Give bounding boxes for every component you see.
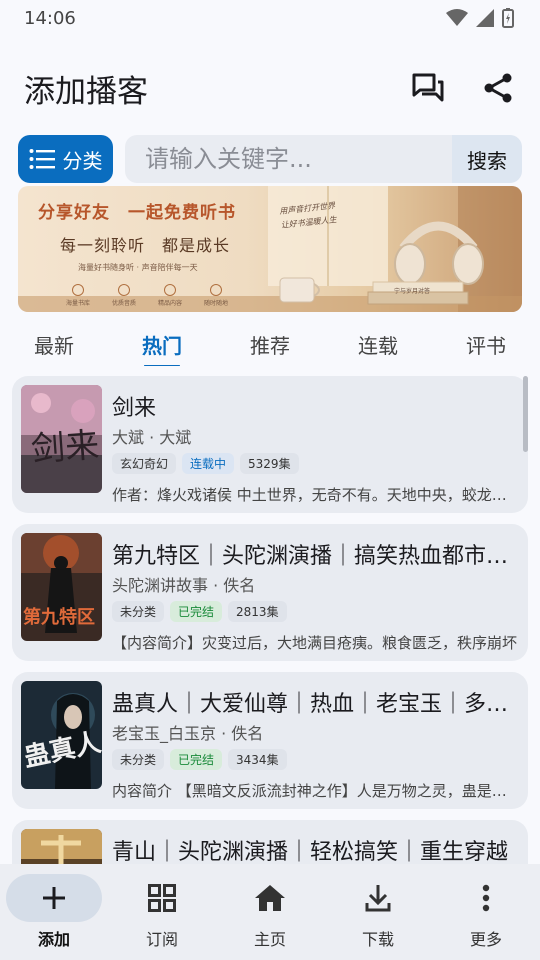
status-badge: 连载中 — [182, 453, 235, 474]
podcast-title: 剑来 — [112, 396, 157, 421]
tab-recommended[interactable]: 推荐 — [216, 322, 324, 366]
svg-text:剑来: 剑来 — [30, 425, 101, 470]
podcast-tags: 未分类 已完结 2813集 — [112, 601, 287, 622]
podcast-card[interactable]: 青山｜头陀渊演播｜轻松搞笑｜重生穿越 — [12, 820, 528, 864]
tab-storytelling[interactable]: 评书 — [432, 322, 540, 366]
grid-icon — [148, 884, 176, 912]
episode-count-badge: 2813集 — [228, 601, 287, 622]
nav-subscriptions[interactable]: 订阅 — [108, 864, 216, 960]
genre-badge: 未分类 — [112, 749, 165, 770]
banner-book-text: 宁与岁月对答 — [394, 288, 431, 295]
share-button[interactable] — [480, 70, 516, 106]
podcast-author: 头陀渊讲故事 · 佚名 — [112, 576, 256, 595]
podcast-card[interactable]: 蛊真人 蛊真人｜大爱仙尊｜热血｜老宝玉｜多人有声剧 老宝玉_白玉京 · 佚名 未… — [12, 672, 528, 809]
headphones-icon — [118, 284, 131, 296]
list-icon — [29, 149, 55, 169]
cover-image: 剑来 — [21, 385, 102, 493]
nav-label: 添加 — [37, 930, 70, 949]
podcast-author: 老宝玉_白玉京 · 佚名 — [112, 724, 264, 743]
podcast-description: 作者：烽火戏诸侯 中土世界，无奇不有。天地中央，蛟龙出没 — [112, 486, 520, 504]
status-time: 14:06 — [24, 7, 76, 29]
nav-downloads[interactable]: 下载 — [324, 864, 432, 960]
banner-feature: 精品内容 — [158, 284, 182, 307]
bottom-nav: 添加 订阅 主页 下载 更多 — [0, 864, 540, 960]
banner-feature: 随时随地 — [204, 284, 228, 307]
wifi-icon — [446, 9, 468, 26]
search-row: 分类 搜索 — [18, 135, 522, 183]
episode-count-badge: 3434集 — [228, 749, 287, 770]
status-bar: 14:06 — [0, 0, 540, 36]
app-bar: 添加播客 — [0, 56, 540, 120]
download-icon — [365, 885, 391, 912]
podcast-title: 青山｜头陀渊演播｜轻松搞笑｜重生穿越 — [112, 840, 509, 864]
podcast-author: 大斌 · 大斌 — [112, 428, 192, 447]
podcast-title: 第九特区｜头陀渊演播｜搞笑热血都市异能 — [112, 544, 517, 569]
podcast-tags: 玄幻奇幻 连载中 5329集 — [112, 453, 299, 474]
podcast-description: 内容简介 【黑暗文反派流封神之作】人是万物之灵，蛊是天地 — [112, 782, 520, 800]
promo-banner[interactable]: 分享好友 一起免费听书 每一刻聆听 都是成长 海量好书随身听 · 声音陪伴每一天… — [18, 186, 522, 312]
book-icon — [72, 284, 84, 296]
star-icon — [164, 284, 177, 296]
genre-badge: 玄幻奇幻 — [112, 453, 177, 474]
tab-latest[interactable]: 最新 — [0, 322, 108, 366]
status-badge: 已完结 — [170, 749, 223, 770]
banner-feature: 海量书库 — [66, 284, 90, 307]
cell-signal-icon — [476, 9, 494, 27]
banner-small-text: 海量好书随身听 · 声音陪伴每一天 — [78, 263, 198, 272]
nav-more[interactable]: 更多 — [432, 864, 540, 960]
category-button[interactable]: 分类 — [18, 135, 113, 183]
battery-icon — [502, 8, 514, 28]
episode-count-badge: 5329集 — [240, 453, 299, 474]
banner-feature: 优质音质 — [112, 284, 136, 307]
share-icon — [484, 73, 512, 103]
podcast-card[interactable]: 剑来 剑来 大斌 · 大斌 玄幻奇幻 连载中 5329集 作者：烽火戏诸侯 中土… — [12, 376, 528, 513]
nav-label: 订阅 — [145, 930, 178, 949]
status-badge: 已完结 — [170, 601, 223, 622]
svg-text:第九特区: 第九特区 — [23, 606, 95, 628]
cover-image: 蛊真人 — [21, 681, 102, 789]
forum-icon — [412, 73, 444, 102]
podcast-tags: 未分类 已完结 3434集 — [112, 749, 287, 770]
plus-icon — [43, 887, 65, 909]
feedback-button[interactable] — [410, 70, 446, 106]
nav-label: 下载 — [361, 930, 394, 949]
tab-hot[interactable]: 热门 — [108, 322, 216, 366]
status-icons — [446, 8, 514, 28]
clock-icon — [210, 284, 223, 296]
scrollbar[interactable] — [523, 376, 528, 452]
cover-image — [21, 829, 102, 864]
nav-add[interactable]: 添加 — [0, 864, 108, 960]
category-label: 分类 — [62, 148, 103, 173]
more-vert-icon — [482, 884, 490, 912]
search-box: 搜索 — [125, 135, 522, 183]
category-tabs: 最新 热门 推荐 连载 评书 — [0, 322, 540, 366]
cover-image: 第九特区 — [21, 533, 102, 641]
page-title: 添加播客 — [24, 73, 148, 110]
nav-label: 主页 — [253, 930, 286, 949]
nav-label: 更多 — [469, 930, 502, 949]
search-button[interactable]: 搜索 — [452, 135, 522, 183]
podcast-description: 【内容简介】灾变过后，大地满目疮痍。粮食匮乏，秩序崩坏 — [112, 634, 518, 652]
nav-home[interactable]: 主页 — [216, 864, 324, 960]
banner-features: 海量书库 优质音质 精品内容 随时随地 — [66, 284, 228, 307]
banner-headline: 分享好友 一起免费听书 — [38, 203, 236, 223]
genre-badge: 未分类 — [112, 601, 165, 622]
tab-serialized[interactable]: 连载 — [324, 322, 432, 366]
search-input[interactable] — [125, 145, 452, 173]
podcast-title: 蛊真人｜大爱仙尊｜热血｜老宝玉｜多人有声剧 — [112, 692, 517, 717]
podcast-card[interactable]: 第九特区 第九特区｜头陀渊演播｜搞笑热血都市异能 头陀渊讲故事 · 佚名 未分类… — [12, 524, 528, 661]
banner-note: 用声音打开世界 让好书温暖人生 — [278, 201, 337, 230]
podcast-list[interactable]: 剑来 剑来 大斌 · 大斌 玄幻奇幻 连载中 5329集 作者：烽火戏诸侯 中土… — [0, 376, 540, 864]
banner-subline: 每一刻聆听 都是成长 — [60, 236, 231, 255]
active-tab-indicator — [144, 365, 180, 366]
home-icon — [255, 885, 285, 911]
